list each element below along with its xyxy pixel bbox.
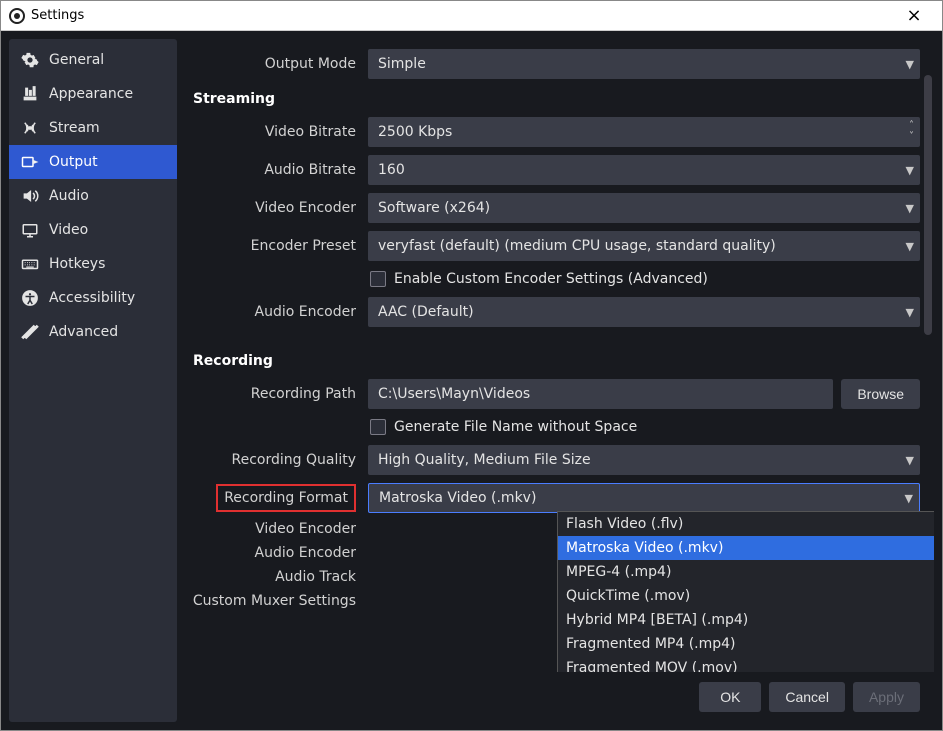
settings-window: Settings × General Appearance Stream Output… [0, 0, 943, 731]
browse-button[interactable]: Browse [841, 379, 920, 409]
format-option[interactable]: Fragmented MOV (.mov) [558, 656, 934, 672]
gear-icon [21, 51, 39, 69]
output-mode-value: Simple [378, 56, 426, 72]
brush-icon [21, 85, 39, 103]
keyboard-icon [21, 255, 39, 273]
chevron-down-icon: ▼ [906, 445, 914, 475]
sidebar-item-label: Stream [49, 120, 100, 136]
recording-quality-select[interactable]: High Quality, Medium File Size ▼ [368, 445, 920, 475]
antenna-icon [21, 119, 39, 137]
speaker-icon [21, 187, 39, 205]
video-bitrate-input[interactable]: 2500 Kbps ˄˅ [368, 117, 920, 147]
chevron-down-icon: ▼ [905, 484, 913, 512]
audio-encoder-select[interactable]: AAC (Default) ▼ [368, 297, 920, 327]
sidebar: General Appearance Stream Output Audio Video H… [9, 39, 177, 722]
format-option[interactable]: Fragmented MP4 (.mp4) [558, 632, 934, 656]
tools-icon [21, 323, 39, 341]
sidebar-item-label: Hotkeys [49, 256, 105, 272]
rec-audio-encoder-label: Audio Encoder [185, 545, 360, 561]
encoder-preset-label: Encoder Preset [185, 238, 360, 254]
sidebar-item-label: General [49, 52, 104, 68]
titlebar: Settings × [1, 1, 942, 31]
audio-track-label: Audio Track [185, 569, 360, 585]
video-encoder-select[interactable]: Software (x264) ▼ [368, 193, 920, 223]
format-option[interactable]: MPEG-4 (.mp4) [558, 560, 934, 584]
custom-encoder-label: Enable Custom Encoder Settings (Advanced… [394, 271, 708, 287]
video-encoder-label: Video Encoder [185, 200, 360, 216]
sidebar-item-label: Appearance [49, 86, 133, 102]
format-option[interactable]: Hybrid MP4 [BETA] (.mp4) [558, 608, 934, 632]
format-option[interactable]: Matroska Video (.mkv) [558, 536, 934, 560]
recording-path-input[interactable]: C:\Users\Mayn\Videos [368, 379, 833, 409]
recording-format-select[interactable]: Matroska Video (.mkv) ▼ [368, 483, 920, 513]
sidebar-item-video[interactable]: Video [9, 213, 177, 247]
sidebar-item-label: Video [49, 222, 88, 238]
recording-header: Recording [185, 345, 934, 375]
ok-button[interactable]: OK [699, 682, 761, 712]
output-mode-select[interactable]: Simple ▼ [368, 49, 920, 79]
output-mode-label: Output Mode [185, 56, 360, 72]
encoder-preset-value: veryfast (default) (medium CPU usage, st… [378, 238, 776, 254]
app-icon [9, 8, 25, 24]
audio-bitrate-label: Audio Bitrate [185, 162, 360, 178]
recording-format-dropdown[interactable]: Flash Video (.flv)Matroska Video (.mkv)M… [557, 511, 934, 672]
output-icon [21, 153, 39, 171]
rec-video-encoder-label: Video Encoder [185, 521, 360, 537]
sidebar-item-accessibility[interactable]: Accessibility [9, 281, 177, 315]
close-icon[interactable]: × [894, 5, 934, 26]
accessibility-icon [21, 289, 39, 307]
no-space-checkbox[interactable] [370, 419, 386, 435]
recording-quality-label: Recording Quality [185, 452, 360, 468]
sidebar-item-hotkeys[interactable]: Hotkeys [9, 247, 177, 281]
format-option[interactable]: QuickTime (.mov) [558, 584, 934, 608]
sidebar-item-label: Audio [49, 188, 89, 204]
muxer-label: Custom Muxer Settings [185, 593, 360, 609]
recording-format-label: Recording Format [216, 484, 356, 512]
sidebar-item-label: Advanced [49, 324, 118, 340]
footer: OK Cancel Apply [185, 672, 934, 722]
window-title: Settings [31, 8, 84, 23]
recording-path-value: C:\Users\Mayn\Videos [378, 386, 530, 402]
audio-encoder-label: Audio Encoder [185, 304, 360, 320]
cancel-button[interactable]: Cancel [769, 682, 845, 712]
sidebar-item-label: Output [49, 154, 98, 170]
sidebar-item-advanced[interactable]: Advanced [9, 315, 177, 349]
format-option[interactable]: Flash Video (.flv) [558, 512, 934, 536]
audio-encoder-value: AAC (Default) [378, 304, 474, 320]
chevron-down-icon: ▼ [906, 297, 914, 327]
chevron-down-icon: ▼ [906, 49, 914, 79]
apply-button[interactable]: Apply [853, 682, 920, 712]
encoder-preset-select[interactable]: veryfast (default) (medium CPU usage, st… [368, 231, 920, 261]
content-pane: Output Mode Simple ▼ Streaming Video Bit… [185, 39, 934, 672]
sidebar-item-stream[interactable]: Stream [9, 111, 177, 145]
sidebar-item-general[interactable]: General [9, 43, 177, 77]
chevron-down-icon: ▼ [906, 193, 914, 223]
output-mode-row: Output Mode Simple ▼ [185, 39, 934, 83]
sidebar-item-appearance[interactable]: Appearance [9, 77, 177, 111]
audio-bitrate-select[interactable]: 160 ▼ [368, 155, 920, 185]
recording-quality-value: High Quality, Medium File Size [378, 452, 591, 468]
chevron-down-icon: ▼ [906, 231, 914, 261]
chevron-down-icon: ▼ [906, 155, 914, 185]
scrollbar-thumb[interactable] [924, 75, 932, 335]
custom-encoder-checkbox[interactable] [370, 271, 386, 287]
sidebar-item-output[interactable]: Output [9, 145, 177, 179]
recording-format-value: Matroska Video (.mkv) [379, 490, 536, 506]
sidebar-item-audio[interactable]: Audio [9, 179, 177, 213]
recording-path-label: Recording Path [185, 386, 360, 402]
video-bitrate-value: 2500 Kbps [378, 124, 452, 140]
monitor-icon [21, 221, 39, 239]
spin-down-icon[interactable]: ˅ [909, 132, 914, 143]
audio-bitrate-value: 160 [378, 162, 405, 178]
video-encoder-value: Software (x264) [378, 200, 490, 216]
video-bitrate-label: Video Bitrate [185, 124, 360, 140]
no-space-label: Generate File Name without Space [394, 419, 637, 435]
streaming-header: Streaming [185, 83, 934, 113]
sidebar-item-label: Accessibility [49, 290, 135, 306]
